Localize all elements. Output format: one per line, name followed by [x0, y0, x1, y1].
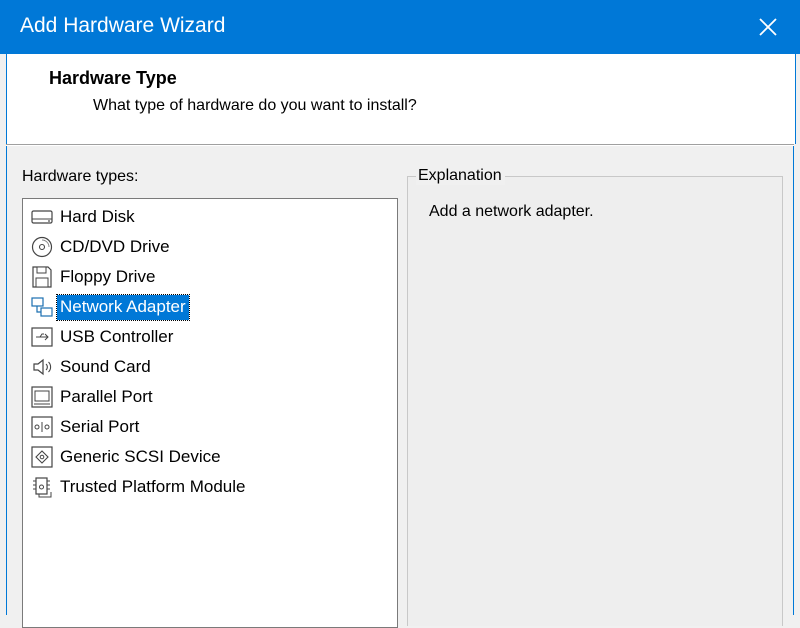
window-title: Add Hardware Wizard [20, 14, 226, 37]
list-item-label: Network Adapter [56, 293, 190, 321]
list-item-usb-controller[interactable]: USB Controller [29, 323, 176, 351]
list-item-label: Trusted Platform Module [60, 476, 246, 496]
cd-dvd-icon [29, 234, 55, 260]
title-bar: Add Hardware Wizard [0, 0, 800, 54]
network-adapter-icon [29, 294, 55, 320]
list-item-cd-dvd-drive[interactable]: CD/DVD Drive [29, 233, 173, 261]
page-title: Hardware Type [49, 68, 177, 88]
list-item-label: Hard Disk [60, 206, 135, 226]
parallel-port-icon [29, 384, 55, 410]
list-item-generic-scsi-device[interactable]: Generic SCSI Device [29, 443, 224, 471]
list-item-label: Serial Port [60, 416, 140, 436]
list-item-floppy-drive[interactable]: Floppy Drive [29, 263, 158, 291]
close-button[interactable] [736, 0, 800, 54]
close-icon [759, 18, 777, 36]
wizard-header: Hardware Type What type of hardware do y… [6, 54, 796, 144]
list-item-parallel-port[interactable]: Parallel Port [29, 383, 156, 411]
list-item-label: Floppy Drive [60, 266, 156, 286]
list-item-network-adapter[interactable]: Network Adapter [29, 293, 190, 321]
list-item-serial-port[interactable]: Serial Port [29, 413, 142, 441]
list-item-label: USB Controller [60, 326, 174, 346]
list-item-label: CD/DVD Drive [60, 236, 170, 256]
explanation-text: Add a network adapter. [429, 203, 594, 220]
scsi-icon [29, 444, 55, 470]
list-item-hard-disk[interactable]: Hard Disk [29, 203, 138, 231]
speaker-icon [29, 354, 55, 380]
page-subtitle: What type of hardware do you want to ins… [93, 97, 417, 114]
hard-disk-icon [29, 204, 55, 230]
explanation-group [407, 176, 783, 626]
list-item-label: Sound Card [60, 356, 151, 376]
list-item-sound-card[interactable]: Sound Card [29, 353, 154, 381]
floppy-icon [29, 264, 55, 290]
list-item-label: Parallel Port [60, 386, 153, 406]
list-item-label: Generic SCSI Device [60, 446, 221, 466]
hardware-types-label: Hardware types: [22, 168, 139, 185]
hardware-types-list[interactable]: Hard Disk CD/DVD Drive Floppy Drive Netw… [22, 198, 398, 628]
list-item-trusted-platform-module[interactable]: Trusted Platform Module [29, 473, 249, 501]
serial-port-icon [29, 414, 55, 440]
explanation-title: Explanation [416, 167, 505, 185]
usb-icon [29, 324, 55, 350]
tpm-chip-icon [29, 474, 55, 500]
